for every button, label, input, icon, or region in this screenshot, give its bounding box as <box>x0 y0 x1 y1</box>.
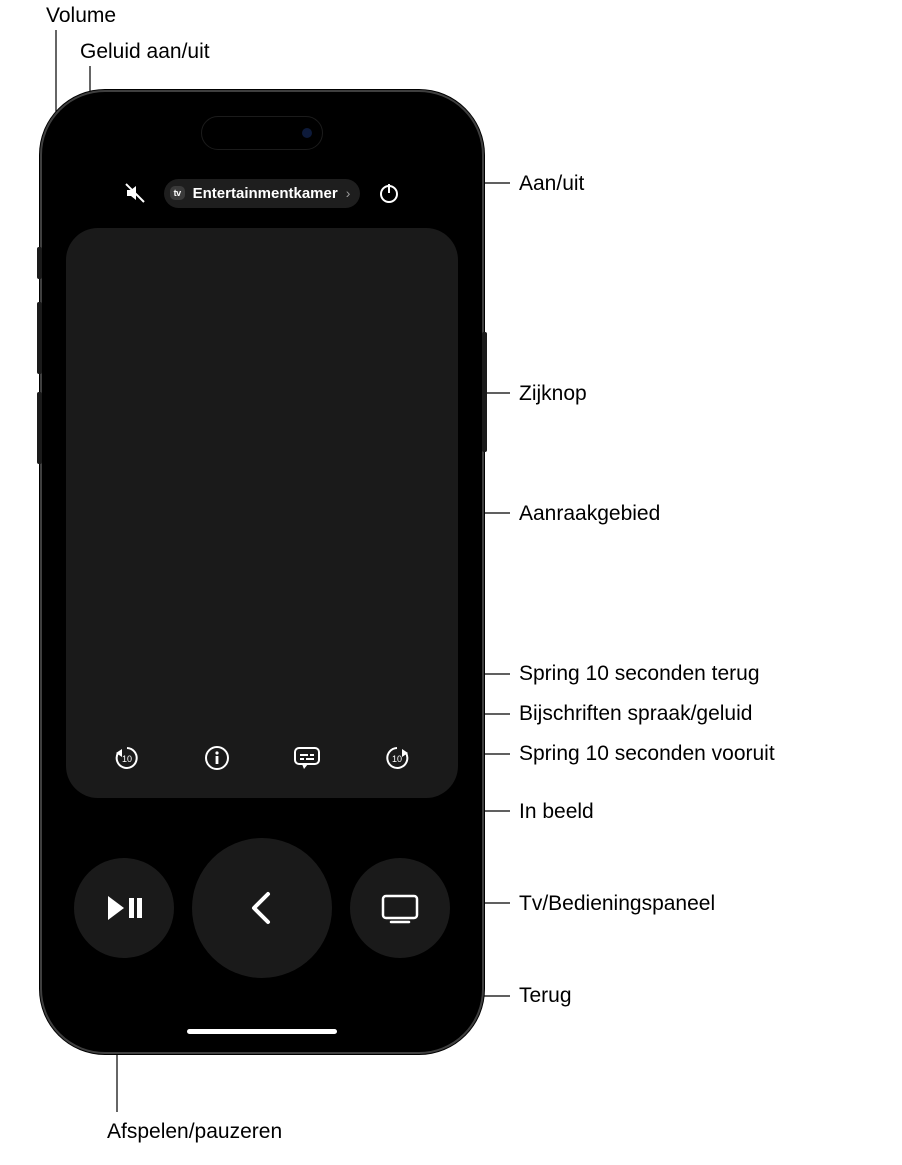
side-button[interactable] <box>482 332 487 452</box>
skip-forward-10-button[interactable]: 10 <box>379 740 415 776</box>
callout-tv-panel: Tv/Bedieningspaneel <box>519 892 715 916</box>
svg-text:10: 10 <box>392 754 402 764</box>
callout-power: Aan/uit <box>519 172 584 196</box>
callout-skip-fwd: Spring 10 seconden vooruit <box>519 742 775 766</box>
tv-icon <box>377 890 423 926</box>
callout-side-button: Zijknop <box>519 382 587 406</box>
iphone-frame: tv Entertainmentkamer › <box>40 90 484 1054</box>
svg-text:10: 10 <box>122 754 132 764</box>
callout-back: Terug <box>519 984 572 1008</box>
chevron-right-icon: › <box>346 185 351 201</box>
remote-top-bar: tv Entertainmentkamer › <box>48 178 476 208</box>
screen: tv Entertainmentkamer › <box>48 98 476 1046</box>
home-indicator[interactable] <box>187 1029 337 1034</box>
apple-tv-badge: tv <box>170 186 185 200</box>
speaker-slash-icon <box>123 181 147 205</box>
callout-now-playing: In beeld <box>519 800 594 824</box>
play-pause-icon <box>102 890 146 926</box>
power-button[interactable] <box>374 178 404 208</box>
callout-volume: Volume <box>46 4 116 28</box>
ringer-switch[interactable] <box>37 247 42 279</box>
power-icon <box>377 181 401 205</box>
back-button[interactable] <box>192 838 332 978</box>
play-pause-button[interactable] <box>74 858 174 958</box>
captions-button[interactable] <box>289 740 325 776</box>
callout-play-pause: Afspelen/pauzeren <box>107 1120 282 1144</box>
info-button[interactable] <box>199 740 235 776</box>
skip-forward-10-icon: 10 <box>382 743 412 773</box>
device-selector[interactable]: tv Entertainmentkamer › <box>164 179 361 208</box>
device-name: Entertainmentkamer <box>193 185 338 202</box>
diagram-stage: Volume Geluid aan/uit Aan/uit Zijknop Aa… <box>0 0 902 1165</box>
dynamic-island <box>201 116 323 150</box>
skip-back-10-button[interactable]: 10 <box>109 740 145 776</box>
skip-back-10-icon: 10 <box>112 743 142 773</box>
media-shortcut-row: 10 <box>66 740 458 776</box>
primary-button-row <box>48 838 476 978</box>
captions-icon <box>292 745 322 771</box>
chevron-left-icon <box>242 888 282 928</box>
volume-down-button[interactable] <box>37 392 42 464</box>
touch-surface[interactable]: 10 <box>66 228 458 798</box>
callout-touch-area: Aanraakgebied <box>519 502 660 526</box>
info-icon <box>203 744 231 772</box>
tv-control-center-button[interactable] <box>350 858 450 958</box>
callout-captions: Bijschriften spraak/geluid <box>519 702 752 726</box>
callout-skip-back: Spring 10 seconden terug <box>519 662 760 686</box>
mute-button[interactable] <box>120 178 150 208</box>
front-camera <box>302 128 312 138</box>
callout-mute: Geluid aan/uit <box>80 40 210 64</box>
volume-up-button[interactable] <box>37 302 42 374</box>
